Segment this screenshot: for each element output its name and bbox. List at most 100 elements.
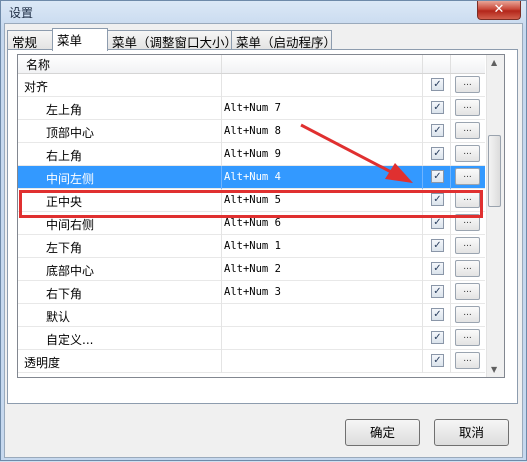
column-divider bbox=[422, 327, 423, 350]
close-button[interactable]: ✕ bbox=[477, 1, 521, 20]
column-divider bbox=[422, 350, 423, 373]
column-divider bbox=[450, 189, 451, 212]
column-divider bbox=[450, 304, 451, 327]
list-row[interactable]: 默认 ✓... bbox=[18, 304, 485, 327]
column-separator[interactable] bbox=[422, 55, 423, 73]
enabled-checkbox[interactable]: ✓ bbox=[431, 124, 444, 137]
column-divider bbox=[422, 281, 423, 304]
row-name: 顶部中心 bbox=[46, 126, 95, 140]
row-edit-button[interactable]: ... bbox=[455, 260, 480, 277]
title-bar[interactable]: 设置 ✕ bbox=[1, 1, 526, 23]
window-title: 设置 bbox=[9, 6, 34, 20]
row-shortcut[interactable]: Alt+Num 3 bbox=[224, 286, 281, 298]
row-edit-button[interactable]: ... bbox=[455, 306, 480, 323]
column-divider bbox=[450, 166, 451, 189]
cancel-button[interactable]: 取消 bbox=[434, 419, 509, 446]
row-shortcut[interactable]: Alt+Num 6 bbox=[224, 217, 281, 229]
row-name: 自定义... bbox=[46, 333, 94, 347]
column-divider bbox=[221, 189, 222, 212]
column-divider bbox=[221, 304, 222, 327]
column-divider bbox=[422, 166, 423, 189]
row-shortcut[interactable]: Alt+Num 5 bbox=[224, 194, 281, 206]
enabled-checkbox[interactable]: ✓ bbox=[431, 308, 444, 321]
row-edit-button[interactable]: ... bbox=[455, 122, 480, 139]
tab-menu-resize[interactable]: 菜单（调整窗口大小） bbox=[107, 30, 237, 50]
row-edit-button[interactable]: ... bbox=[455, 214, 480, 231]
list-row[interactable]: 右上角 Alt+Num 9 ✓... bbox=[18, 143, 485, 166]
row-shortcut[interactable]: Alt+Num 1 bbox=[224, 240, 281, 252]
row-edit-button[interactable]: ... bbox=[455, 168, 480, 185]
enabled-checkbox[interactable]: ✓ bbox=[431, 193, 444, 206]
row-edit-button[interactable]: ... bbox=[455, 237, 480, 254]
column-divider bbox=[422, 258, 423, 281]
row-shortcut[interactable]: Alt+Num 4 bbox=[224, 171, 281, 183]
column-divider bbox=[422, 235, 423, 258]
list-row[interactable]: 自定义... ✓... bbox=[18, 327, 485, 350]
enabled-checkbox[interactable]: ✓ bbox=[431, 147, 444, 160]
list-row[interactable]: 顶部中心 Alt+Num 8 ✓... bbox=[18, 120, 485, 143]
scroll-down-icon[interactable]: ▼ bbox=[491, 365, 497, 374]
list-row[interactable]: 对齐 ✓... bbox=[18, 74, 485, 97]
tab-menu-launch[interactable]: 菜单（启动程序） bbox=[231, 30, 336, 50]
list-row[interactable]: 透明度 ✓... bbox=[18, 350, 485, 373]
ok-button[interactable]: 确定 bbox=[345, 419, 420, 446]
column-divider bbox=[450, 120, 451, 143]
row-name: 底部中心 bbox=[46, 264, 95, 278]
list-row[interactable]: 正中央 Alt+Num 5 ✓... bbox=[18, 189, 485, 212]
row-edit-button[interactable]: ... bbox=[455, 99, 480, 116]
list-row[interactable]: 右下角 Alt+Num 3 ✓... bbox=[18, 281, 485, 304]
row-shortcut[interactable]: Alt+Num 8 bbox=[224, 125, 281, 137]
row-name: 右上角 bbox=[46, 149, 83, 163]
column-divider bbox=[422, 97, 423, 120]
row-name: 默认 bbox=[46, 310, 71, 324]
column-divider bbox=[422, 120, 423, 143]
list-row[interactable]: 左下角 Alt+Num 1 ✓... bbox=[18, 235, 485, 258]
row-shortcut[interactable]: Alt+Num 7 bbox=[224, 102, 281, 114]
row-name: 对齐 bbox=[24, 80, 49, 94]
row-name: 中间左侧 bbox=[46, 172, 95, 186]
scroll-up-icon[interactable]: ▲ bbox=[491, 58, 497, 67]
row-shortcut[interactable]: Alt+Num 9 bbox=[224, 148, 281, 160]
row-edit-button[interactable]: ... bbox=[455, 191, 480, 208]
row-edit-button[interactable]: ... bbox=[455, 76, 480, 93]
menu-items-list[interactable]: 名称 对齐 ✓... 左上角 Alt+Num 7 ✓... 顶部中心 Alt+Num 8 ✓.… bbox=[17, 54, 505, 378]
column-separator[interactable] bbox=[221, 55, 222, 73]
column-divider bbox=[221, 235, 222, 258]
list-row[interactable]: 底部中心 Alt+Num 2 ✓... bbox=[18, 258, 485, 281]
list-row-selected[interactable]: 中间左侧 Alt+Num 4 ✓... bbox=[18, 166, 485, 189]
row-edit-button[interactable]: ... bbox=[455, 329, 480, 346]
enabled-checkbox[interactable]: ✓ bbox=[431, 354, 444, 367]
column-divider bbox=[450, 327, 451, 350]
column-divider bbox=[221, 350, 222, 373]
enabled-checkbox[interactable]: ✓ bbox=[431, 285, 444, 298]
row-shortcut[interactable]: Alt+Num 2 bbox=[224, 263, 281, 275]
enabled-checkbox[interactable]: ✓ bbox=[431, 101, 444, 114]
enabled-checkbox[interactable]: ✓ bbox=[431, 239, 444, 252]
enabled-checkbox[interactable]: ✓ bbox=[431, 216, 444, 229]
column-divider bbox=[450, 258, 451, 281]
row-name: 左上角 bbox=[46, 103, 83, 117]
column-divider bbox=[450, 143, 451, 166]
column-divider bbox=[450, 350, 451, 373]
list-row[interactable]: 中间右侧 Alt+Num 6 ✓... bbox=[18, 212, 485, 235]
list-header: 名称 bbox=[18, 55, 485, 74]
column-divider bbox=[450, 212, 451, 235]
enabled-checkbox[interactable]: ✓ bbox=[431, 170, 444, 183]
row-name: 透明度 bbox=[24, 356, 61, 370]
scroll-thumb[interactable] bbox=[488, 135, 501, 207]
column-divider bbox=[450, 74, 451, 97]
tab-general[interactable]: 常规 bbox=[7, 30, 53, 50]
row-edit-button[interactable]: ... bbox=[455, 145, 480, 162]
list-row[interactable]: 左上角 Alt+Num 7 ✓... bbox=[18, 97, 485, 120]
column-divider bbox=[450, 281, 451, 304]
enabled-checkbox[interactable]: ✓ bbox=[431, 262, 444, 275]
column-separator[interactable] bbox=[450, 55, 451, 73]
enabled-checkbox[interactable]: ✓ bbox=[431, 78, 444, 91]
row-edit-button[interactable]: ... bbox=[455, 283, 480, 300]
row-edit-button[interactable]: ... bbox=[455, 352, 480, 369]
tab-menu[interactable]: 菜单 bbox=[52, 28, 108, 51]
column-divider bbox=[422, 74, 423, 97]
enabled-checkbox[interactable]: ✓ bbox=[431, 331, 444, 344]
column-header-name[interactable]: 名称 bbox=[26, 56, 50, 73]
vertical-scrollbar[interactable]: ▲ ▼ bbox=[486, 55, 504, 377]
